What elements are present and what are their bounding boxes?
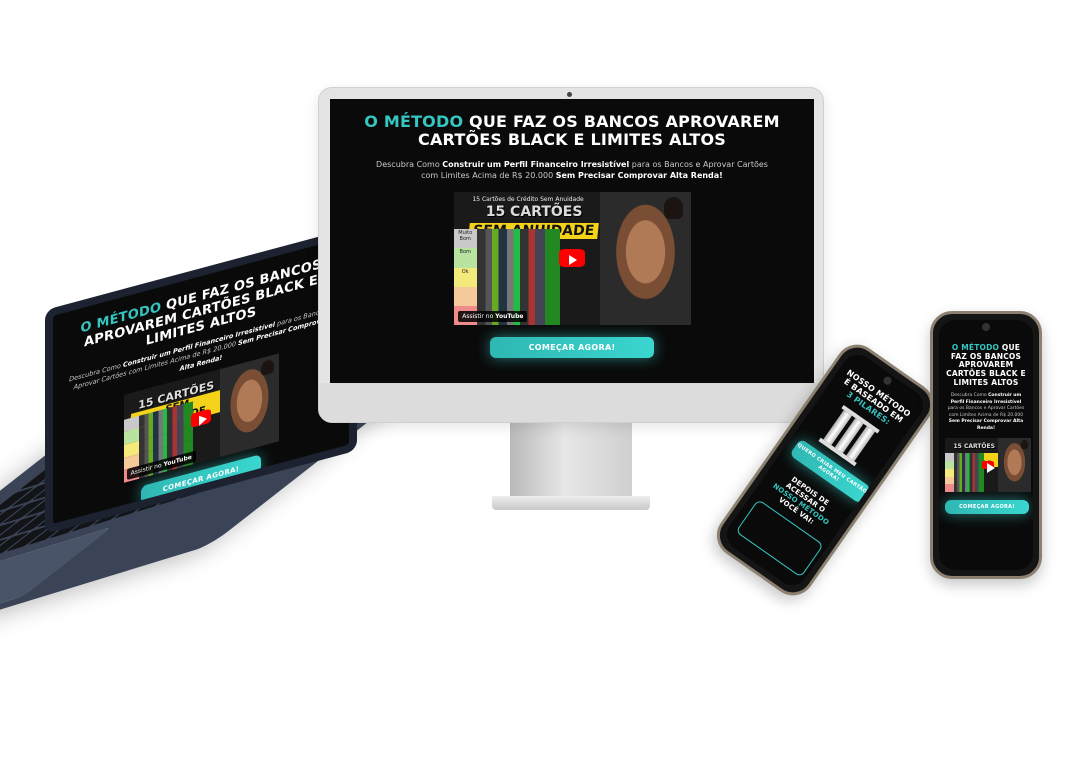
video-title: 15 Cartões de Crédito Sem Anuidade xyxy=(472,195,584,203)
phone-upright: O MÉTODO QUE FAZ OS BANCOS APROVAREM CAR… xyxy=(930,311,1042,579)
presenter-image xyxy=(600,191,691,325)
laptop-screen-wrap: O MÉTODO QUE FAZ OS BANCOS APROVAREM CAR… xyxy=(45,116,357,535)
desktop-cta-button[interactable]: COMEÇAR AGORA! xyxy=(490,336,654,358)
phone-headline: O MÉTODO QUE FAZ OS BANCOS APROVAREM CAR… xyxy=(946,343,1026,387)
play-icon[interactable] xyxy=(559,249,585,268)
monitor-stand-foot xyxy=(492,496,650,510)
desktop-video-thumbnail[interactable]: 15 Cartões de Crédito Sem Anuidade 15 CA… xyxy=(453,191,691,325)
watch-on-youtube[interactable]: Assistir no YouTube xyxy=(458,311,528,323)
video-banner: 15 CARTÕES SEM ANUIDADE xyxy=(947,443,1001,468)
play-icon[interactable] xyxy=(982,461,995,474)
webcam-dot xyxy=(567,92,572,97)
device-mockup-scene: O MÉTODO QUE FAZ OS BANCOS APROVAREM CAR… xyxy=(0,0,1080,763)
phone-video-thumbnail[interactable]: 15 CARTÕES SEM ANUIDADE xyxy=(945,438,1031,493)
monitor-stand-neck xyxy=(510,423,632,505)
desktop-subheadline: Descubra Como Construir um Perfil Financ… xyxy=(376,159,768,181)
laptop-bezel: O MÉTODO QUE FAZ OS BANCOS APROVAREM CAR… xyxy=(45,226,357,535)
phone-upright-screen: O MÉTODO QUE FAZ OS BANCOS APROVAREM CAR… xyxy=(939,320,1033,570)
laptop-landing-page: O MÉTODO QUE FAZ OS BANCOS APROVAREM CAR… xyxy=(53,236,349,524)
tier-grid xyxy=(945,453,984,493)
monitor-chin xyxy=(319,383,823,422)
phone-subheadline: Descubra Como Construir um Perfil Financ… xyxy=(947,393,1025,431)
phone-camera xyxy=(982,323,990,331)
desktop-landing-page: O MÉTODO QUE FAZ OS BANCOS APROVAREM CAR… xyxy=(330,99,814,383)
desktop-headline: O MÉTODO QUE FAZ OS BANCOS APROVAREM CAR… xyxy=(364,112,780,150)
presenter-image xyxy=(998,438,1031,493)
presenter-image xyxy=(219,353,279,458)
video-banner: 15 CARTÕES SEM ANUIDADE xyxy=(463,204,605,239)
desktop-monitor: O MÉTODO QUE FAZ OS BANCOS APROVAREM CAR… xyxy=(318,87,824,423)
phone-cta-button[interactable]: COMEÇAR AGORA! xyxy=(945,500,1029,515)
